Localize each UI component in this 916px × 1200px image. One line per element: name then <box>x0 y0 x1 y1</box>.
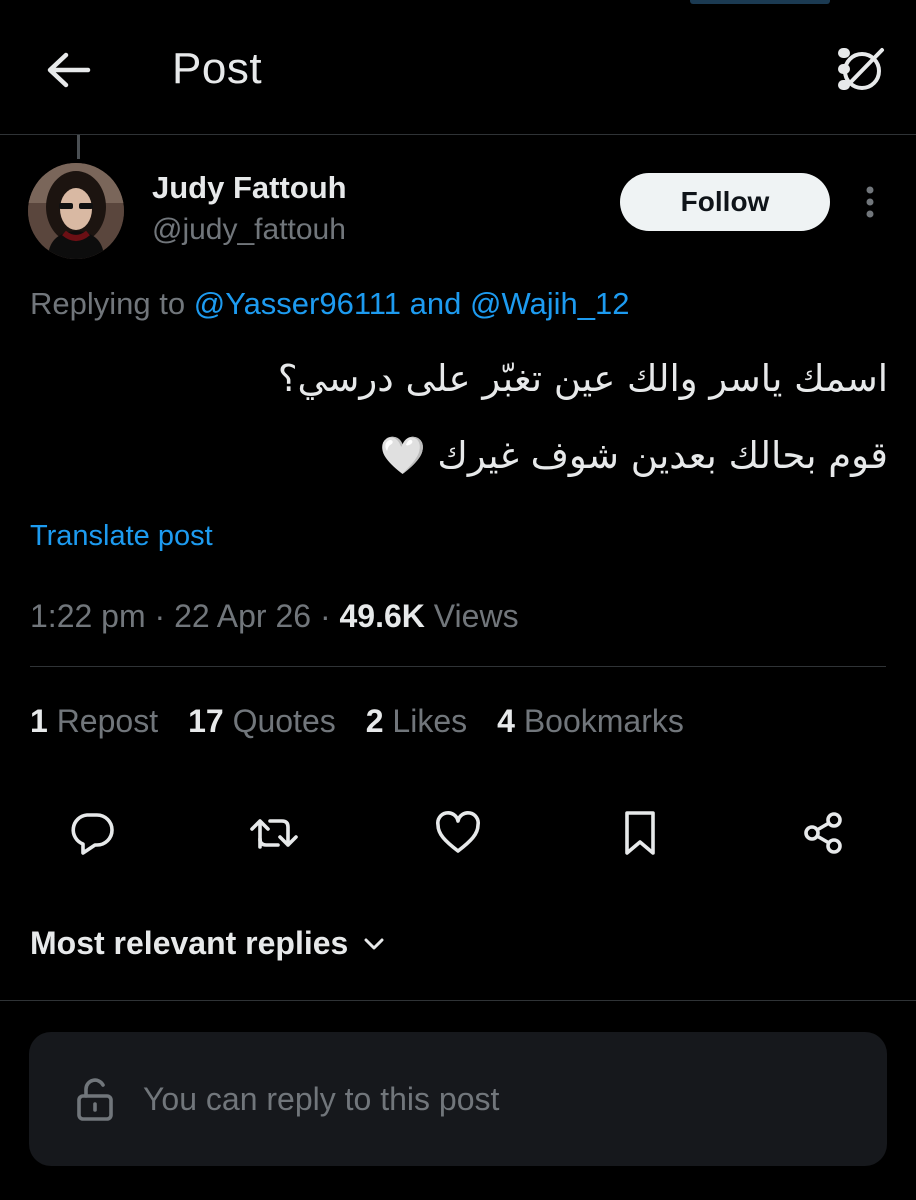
views-count: 49.6K <box>339 598 425 634</box>
replying-joiner: and <box>409 286 462 321</box>
stat-quotes[interactable]: 17 Quotes <box>188 703 336 740</box>
mention-link-1[interactable]: @Yasser96111 <box>194 286 401 321</box>
stat-bookmarks[interactable]: 4 Bookmarks <box>497 703 684 740</box>
author-handle[interactable]: @judy_fattouh <box>152 213 346 247</box>
reply-button[interactable] <box>62 805 122 861</box>
more-options-button[interactable] <box>852 180 888 224</box>
reply-input[interactable]: You can reply to this post <box>29 1032 887 1166</box>
stat-reposts[interactable]: 1 Repost <box>30 703 158 740</box>
replies-divider <box>0 1000 916 1001</box>
grok-button[interactable] <box>832 40 890 98</box>
like-button[interactable] <box>428 805 488 861</box>
avatar[interactable] <box>28 163 124 259</box>
page-title: Post <box>172 44 263 93</box>
arrow-left-icon <box>47 52 91 88</box>
share-button[interactable] <box>794 805 854 861</box>
meta-divider <box>30 666 886 667</box>
reply-icon <box>71 813 114 855</box>
stat-likes[interactable]: 2 Likes <box>366 703 467 740</box>
follow-button[interactable]: Follow <box>620 173 830 231</box>
thread-connector-line <box>77 135 80 159</box>
replying-to: Replying to @Yasser96111 and @Wajih_12 <box>30 286 630 322</box>
translate-post-link[interactable]: Translate post <box>30 520 213 553</box>
top-accent-bar <box>690 0 830 4</box>
more-vertical-icon <box>866 186 874 218</box>
mention-link-2[interactable]: @Wajih_12 <box>470 286 630 321</box>
replying-to-prefix: Replying to <box>30 286 186 321</box>
header-divider <box>0 134 916 135</box>
avatar-portrait <box>28 163 124 259</box>
post-text-line-1: اسمك ياسر والك عين تغبّر على درسي؟ <box>277 357 888 400</box>
author-name[interactable]: Judy Fattouh <box>152 170 347 206</box>
bookmark-icon <box>625 811 655 855</box>
share-icon <box>804 812 842 854</box>
meta-separator: · <box>319 598 331 634</box>
reply-placeholder: You can reply to this post <box>143 1080 500 1117</box>
post-stats: 1 Repost 17 Quotes 2 Likes 4 Bookmarks <box>30 703 684 740</box>
views-label: Views <box>433 598 519 634</box>
repost-button[interactable] <box>244 805 304 861</box>
back-button[interactable] <box>40 46 96 94</box>
chevron-down-icon <box>364 938 384 949</box>
heart-icon <box>436 811 480 853</box>
post-date: 22 Apr 26 <box>174 598 312 634</box>
replies-sort-dropdown[interactable]: Most relevant replies <box>30 925 386 962</box>
replies-sort-label: Most relevant replies <box>30 925 349 961</box>
post-meta: 1:22 pm · 22 Apr 26 · 49.6K Views <box>30 598 519 635</box>
post-text-line-2: قوم بحالك بعدين شوف غيرك 🤍 <box>379 434 888 477</box>
meta-separator: · <box>154 598 166 634</box>
bookmark-button[interactable] <box>610 805 670 861</box>
post-time: 1:22 pm <box>30 598 146 634</box>
repost-icon <box>250 819 298 849</box>
lock-open-icon <box>77 1078 113 1121</box>
grok-icon <box>838 48 884 90</box>
